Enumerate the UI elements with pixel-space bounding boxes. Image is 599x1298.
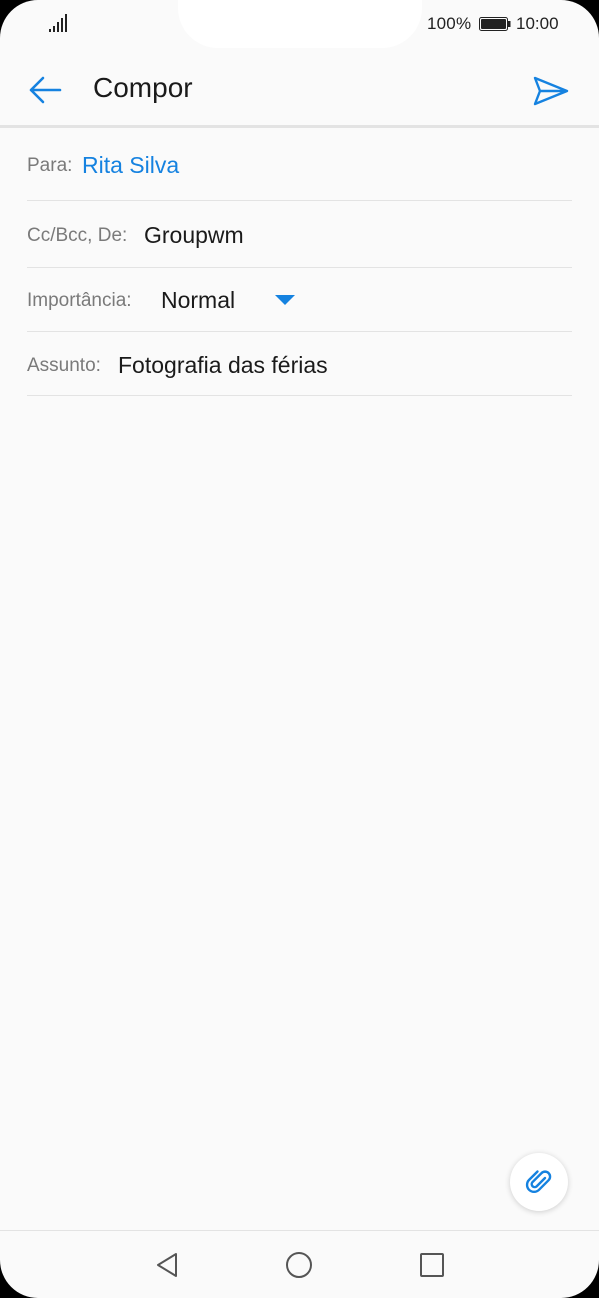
page-title: Compor [93, 72, 193, 103]
battery-icon [479, 17, 511, 31]
importance-field: Importância: Normal [27, 268, 572, 332]
cc-bcc-from-field[interactable]: Cc/Bcc, De: Groupwm [27, 201, 572, 268]
nav-back-button[interactable] [147, 1247, 187, 1283]
to-label: Para: [27, 155, 73, 176]
recents-square-icon [420, 1253, 444, 1277]
from-account[interactable]: Groupwm [144, 222, 244, 249]
to-field[interactable]: Para: Rita Silva [27, 130, 572, 201]
importance-select[interactable]: Normal [161, 287, 235, 314]
send-button[interactable] [528, 70, 574, 112]
attach-button[interactable] [510, 1153, 568, 1211]
status-time: 10:00 [516, 14, 559, 33]
nav-recents-button[interactable] [412, 1247, 452, 1283]
message-body[interactable] [27, 400, 572, 1140]
chevron-down-icon[interactable] [275, 295, 295, 305]
home-circle-icon [286, 1252, 312, 1278]
nav-home-button[interactable] [279, 1247, 319, 1283]
subject-label: Assunto: [27, 355, 101, 376]
recipient-chip[interactable]: Rita Silva [82, 152, 179, 179]
app-bar-divider [0, 125, 599, 128]
email-compose-screen: 100% 10:00 Compor Para: Rita Silva Cc/Bc… [0, 0, 599, 1298]
app-bar: Compor [0, 50, 599, 126]
back-triangle-icon [157, 1253, 177, 1277]
importance-label: Importância: [27, 290, 132, 311]
send-icon [533, 76, 569, 106]
cc-bcc-from-label: Cc/Bcc, De: [27, 225, 128, 246]
signal-icon [49, 14, 67, 32]
subject-input[interactable]: Fotografia das férias [118, 352, 328, 379]
camera-notch [178, 0, 422, 48]
back-button[interactable] [20, 68, 70, 112]
battery-percentage: 100% [427, 14, 472, 33]
paperclip-icon [525, 1170, 552, 1193]
system-nav-bar [0, 1231, 599, 1298]
arrow-left-icon [29, 76, 62, 104]
subject-field[interactable]: Assunto: Fotografia das férias [27, 332, 572, 396]
status-bar: 100% 10:00 [0, 0, 599, 50]
